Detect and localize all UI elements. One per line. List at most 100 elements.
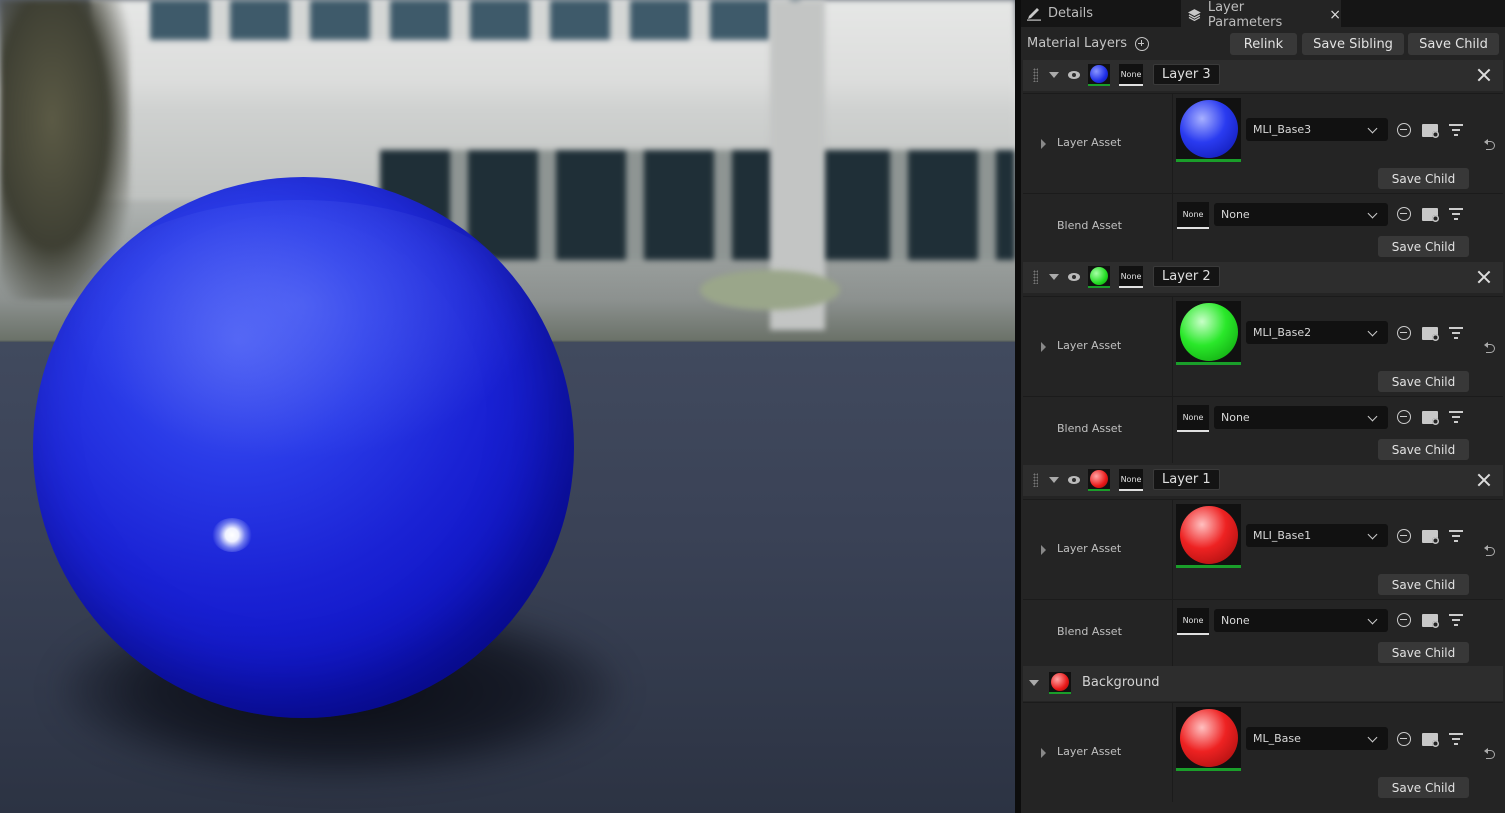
row-divider	[1172, 703, 1173, 802]
layer-name-field[interactable]: Layer 3	[1153, 64, 1220, 85]
visibility-eye-icon[interactable]	[1068, 476, 1080, 484]
blend-dropdown[interactable]: None	[1214, 609, 1388, 632]
tab-close-icon[interactable]: ×	[1329, 7, 1341, 23]
layer-name-field[interactable]: Layer 1	[1153, 469, 1220, 490]
asset-dropdown-value: ML_Base	[1253, 732, 1301, 745]
blend-dropdown[interactable]: None	[1214, 406, 1388, 429]
chevron-down-icon[interactable]	[1049, 477, 1059, 483]
close-icon[interactable]	[1477, 473, 1491, 487]
asset-thumbnail[interactable]	[1176, 707, 1241, 771]
chevron-down-icon	[1367, 529, 1378, 540]
drag-handle-icon[interactable]	[1033, 473, 1038, 487]
reset-arrow-icon[interactable]	[1484, 139, 1496, 150]
browse-folder-icon[interactable]	[1422, 613, 1439, 628]
asset-sphere	[1179, 505, 1238, 564]
close-icon[interactable]	[1477, 270, 1491, 284]
expand-arrow-icon[interactable]	[1041, 342, 1046, 352]
save-child-button[interactable]: Save Child	[1378, 168, 1469, 189]
save-child-button[interactable]: Save Child	[1378, 439, 1469, 460]
asset-dropdown-value: MLI_Base1	[1253, 529, 1312, 542]
browse-folder-icon[interactable]	[1422, 326, 1439, 341]
asset-dropdown[interactable]: MLI_Base1	[1246, 524, 1388, 547]
chevron-down-icon[interactable]	[1049, 72, 1059, 78]
relink-button[interactable]: Relink	[1230, 33, 1297, 55]
asset-dropdown[interactable]: MLI_Base2	[1246, 321, 1388, 344]
visibility-eye-icon[interactable]	[1068, 273, 1080, 281]
save-child-button[interactable]: Save Child	[1378, 777, 1469, 798]
expand-arrow-icon[interactable]	[1041, 545, 1046, 555]
blend-thumbnail: None	[1119, 469, 1143, 491]
filter-icon[interactable]	[1449, 530, 1463, 542]
chevron-down-icon[interactable]	[1049, 274, 1059, 280]
browse-folder-icon[interactable]	[1422, 529, 1439, 544]
asset-thumbnail[interactable]	[1176, 98, 1241, 162]
layer-color-swatch	[1090, 267, 1108, 285]
filter-icon[interactable]	[1449, 208, 1463, 220]
browse-folder-icon[interactable]	[1422, 732, 1439, 747]
layer-asset-label: Layer Asset	[1057, 136, 1122, 149]
asset-sphere	[1179, 708, 1238, 767]
asset-thumbnail[interactable]	[1176, 504, 1241, 568]
add-layer-icon[interactable]	[1134, 36, 1149, 51]
asset-dropdown[interactable]: ML_Base	[1246, 727, 1388, 750]
viewport[interactable]	[0, 0, 1015, 813]
use-selected-icon[interactable]	[1397, 410, 1411, 424]
shrubs	[700, 270, 840, 310]
browse-folder-icon[interactable]	[1422, 123, 1439, 138]
browse-folder-icon[interactable]	[1422, 207, 1439, 222]
chevron-down-icon[interactable]	[1029, 680, 1039, 686]
row-divider	[1172, 297, 1173, 396]
save-child-button[interactable]: Save Child	[1408, 33, 1499, 55]
blend-dropdown[interactable]: None	[1214, 203, 1388, 226]
use-selected-icon[interactable]	[1397, 326, 1411, 340]
tab-details[interactable]: Details	[1023, 0, 1181, 27]
row-divider	[1172, 500, 1173, 599]
layer-header: None Layer 3	[1023, 60, 1503, 91]
filter-icon[interactable]	[1449, 614, 1463, 626]
blend-asset-row: Blend Asset None None Save Child	[1023, 599, 1503, 666]
use-selected-icon[interactable]	[1397, 732, 1411, 746]
tab-layer-parameters[interactable]: Layer Parameters ×	[1181, 0, 1341, 30]
sphere-reflection	[60, 200, 540, 460]
blend-thumbnail: None	[1119, 64, 1143, 86]
blend-asset-label: Blend Asset	[1057, 422, 1122, 435]
filter-icon[interactable]	[1449, 733, 1463, 745]
reset-arrow-icon[interactable]	[1484, 748, 1496, 759]
background-thumbnail	[1049, 672, 1071, 694]
blend-thumbnail[interactable]: None	[1177, 405, 1209, 432]
visibility-eye-icon[interactable]	[1068, 71, 1080, 79]
close-icon[interactable]	[1477, 68, 1491, 82]
asset-dropdown[interactable]: MLI_Base3	[1246, 118, 1388, 141]
use-selected-icon[interactable]	[1397, 123, 1411, 137]
save-child-button[interactable]: Save Child	[1378, 642, 1469, 663]
use-selected-icon[interactable]	[1397, 613, 1411, 627]
save-sibling-button[interactable]: Save Sibling	[1302, 33, 1404, 55]
layer-name-field[interactable]: Layer 2	[1153, 266, 1220, 287]
building-windows-upper	[150, 0, 800, 40]
drag-handle-icon[interactable]	[1033, 68, 1038, 82]
browse-folder-icon[interactable]	[1422, 410, 1439, 425]
reset-arrow-icon[interactable]	[1484, 342, 1496, 353]
row-divider	[1172, 194, 1173, 260]
blend-dropdown-value: None	[1221, 208, 1250, 221]
expand-arrow-icon[interactable]	[1041, 139, 1046, 149]
save-child-button[interactable]: Save Child	[1378, 371, 1469, 392]
asset-thumbnail[interactable]	[1176, 301, 1241, 365]
reset-arrow-icon[interactable]	[1484, 545, 1496, 556]
use-selected-icon[interactable]	[1397, 207, 1411, 221]
layer-asset-row: Layer Asset ML_Base Save Child	[1023, 702, 1503, 802]
drag-handle-icon[interactable]	[1033, 270, 1038, 284]
use-selected-icon[interactable]	[1397, 529, 1411, 543]
expand-arrow-icon[interactable]	[1041, 748, 1046, 758]
filter-icon[interactable]	[1449, 411, 1463, 423]
blend-thumbnail[interactable]: None	[1177, 608, 1209, 635]
background-color-swatch	[1051, 673, 1069, 691]
chevron-down-icon	[1367, 123, 1378, 134]
blend-thumbnail[interactable]: None	[1177, 202, 1209, 229]
filter-icon[interactable]	[1449, 327, 1463, 339]
save-child-button[interactable]: Save Child	[1378, 574, 1469, 595]
material-layers-title: Material Layers	[1027, 36, 1127, 51]
save-child-button[interactable]: Save Child	[1378, 236, 1469, 257]
filter-icon[interactable]	[1449, 124, 1463, 136]
layer-color-swatch	[1090, 470, 1108, 488]
